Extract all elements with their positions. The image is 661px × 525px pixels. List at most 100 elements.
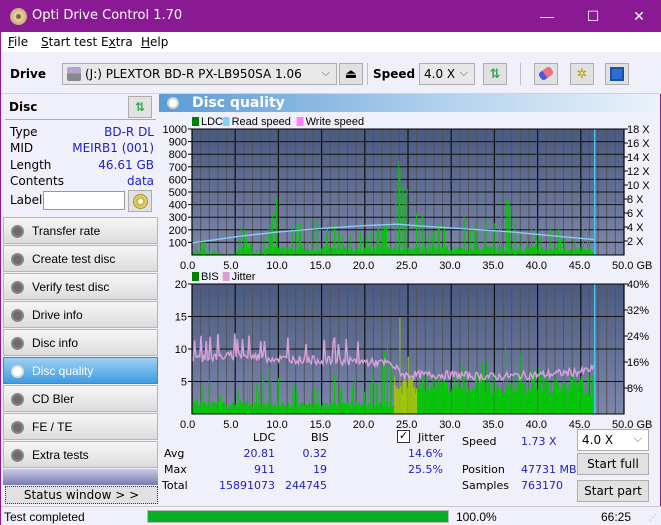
bis-bar xyxy=(367,405,368,414)
nav-drive-info[interactable]: Drive info xyxy=(3,301,158,328)
test-speed-select[interactable]: 4.0 X ⌵ xyxy=(577,429,649,451)
jitter-label: Jitter xyxy=(418,431,444,444)
ldc-bar xyxy=(276,198,277,255)
bis-bar xyxy=(363,388,364,414)
bis-bar xyxy=(322,406,323,414)
ldc-bar xyxy=(256,251,257,255)
ldc-bar xyxy=(382,227,383,255)
bis-bar xyxy=(377,383,378,414)
bis-bar xyxy=(397,389,398,414)
save-button[interactable] xyxy=(605,63,629,85)
ldc-bar xyxy=(251,245,252,255)
bis-bar xyxy=(331,406,332,414)
ldc-bar xyxy=(466,249,467,255)
disc-label-button[interactable] xyxy=(128,190,152,212)
y2-tick-label: 2 X xyxy=(627,236,644,248)
nav-label: FE / TE xyxy=(32,420,72,434)
refresh-button[interactable]: ⇅ xyxy=(483,63,507,85)
drive-select[interactable]: (J:) PLEXTOR BD-R PX-LB950SA 1.06 ⌵ xyxy=(62,63,337,85)
bis-bar xyxy=(195,404,196,414)
bis-bar xyxy=(547,394,548,414)
nav-disc-info[interactable]: Disc info xyxy=(3,329,158,356)
ldc-bar xyxy=(513,251,514,255)
bis-bar xyxy=(462,389,463,414)
menu-help[interactable]: Help xyxy=(141,35,168,49)
nav-create-test-disc[interactable]: Create test disc xyxy=(3,245,158,272)
bis-bar xyxy=(320,407,321,414)
nav-transfer-rate[interactable]: Transfer rate xyxy=(3,217,158,244)
bis-bar xyxy=(252,407,253,414)
bis-bar xyxy=(242,403,243,414)
ldc-bar xyxy=(197,250,198,255)
start-part-button[interactable]: Start part xyxy=(577,480,649,502)
bis-bar xyxy=(537,390,538,414)
bis-bar xyxy=(421,389,422,414)
bis-bar xyxy=(477,394,478,414)
minimize-button[interactable]: — xyxy=(524,1,570,32)
status-window-button[interactable]: Status window > > xyxy=(5,486,158,504)
ldc-bar xyxy=(451,250,452,255)
ldc-bar xyxy=(244,229,245,255)
bis-bar xyxy=(232,402,233,414)
bis-bar xyxy=(312,407,313,414)
bis-bar xyxy=(328,407,329,414)
bis-bar xyxy=(296,391,297,414)
ldc-bar xyxy=(281,248,282,255)
menu-start-test[interactable]: Start test xyxy=(41,35,97,49)
ldc-bar xyxy=(565,249,566,255)
nav-disc-quality[interactable]: Disc quality xyxy=(3,357,158,384)
bis-bar xyxy=(379,401,380,414)
ldc-bar xyxy=(477,222,478,255)
disc-label-input[interactable] xyxy=(43,191,125,210)
bis-bar xyxy=(405,376,406,414)
ldc-bar xyxy=(440,248,441,255)
bis-bar xyxy=(306,404,307,414)
jitter-checkbox[interactable]: ✓ xyxy=(397,430,410,443)
ldc-bar xyxy=(538,249,539,255)
menu-extra[interactable]: Extra xyxy=(101,35,133,49)
y-tick-label: 15 xyxy=(175,312,187,324)
disc-refresh-button[interactable]: ⇅ xyxy=(128,96,152,118)
bis-bar xyxy=(490,386,491,414)
erase-button[interactable] xyxy=(534,63,558,85)
ldc-bar xyxy=(422,215,423,255)
bis-bar xyxy=(285,406,286,414)
eject-button[interactable]: ⏏ xyxy=(339,63,363,85)
ldc-bar xyxy=(332,248,333,255)
nav-fe-te[interactable]: FE / TE xyxy=(3,413,158,440)
ldc-bar xyxy=(446,247,447,255)
ldc-bar xyxy=(581,252,582,255)
y2-tick-label: 4 X xyxy=(627,222,644,234)
bis-bar xyxy=(539,388,540,414)
bis-bar xyxy=(373,406,374,414)
ldc-bar xyxy=(406,249,407,255)
y-tick-label: 100 xyxy=(169,237,187,249)
ldc-bar xyxy=(582,249,583,255)
fe-te-icon xyxy=(11,421,24,434)
ldc-bar xyxy=(267,249,268,255)
bis-bar xyxy=(467,379,468,414)
ldc-bar xyxy=(588,250,589,255)
bis-bar xyxy=(370,384,371,414)
start-full-button[interactable]: Start full xyxy=(577,453,649,475)
settings-button[interactable]: ✲ xyxy=(570,63,594,85)
bis-bar xyxy=(481,362,482,414)
nav-extra-tests[interactable]: Extra tests xyxy=(3,441,158,468)
ldc-bar xyxy=(341,250,342,255)
resize-grip-icon[interactable]: ⋰ xyxy=(649,513,657,522)
maximize-button[interactable]: ☐ xyxy=(570,1,616,32)
close-button[interactable]: ✕ xyxy=(616,1,661,32)
nav-verify-test-disc[interactable]: Verify test disc xyxy=(3,273,158,300)
ldc-bar xyxy=(304,251,305,255)
menu-file[interactable]: File xyxy=(8,35,28,49)
bis-bar xyxy=(470,391,471,414)
ldc-bar xyxy=(486,247,487,255)
bis-bar xyxy=(339,380,340,414)
nav-cd-bler[interactable]: CD Bler xyxy=(3,385,158,412)
bis-bar xyxy=(542,376,543,414)
bis-bar xyxy=(211,402,212,414)
ldc-bar xyxy=(408,248,409,255)
speed-select[interactable]: 4.0 X ⌵ xyxy=(419,63,475,85)
bis-bar xyxy=(494,373,495,414)
bis-bar xyxy=(569,386,570,414)
